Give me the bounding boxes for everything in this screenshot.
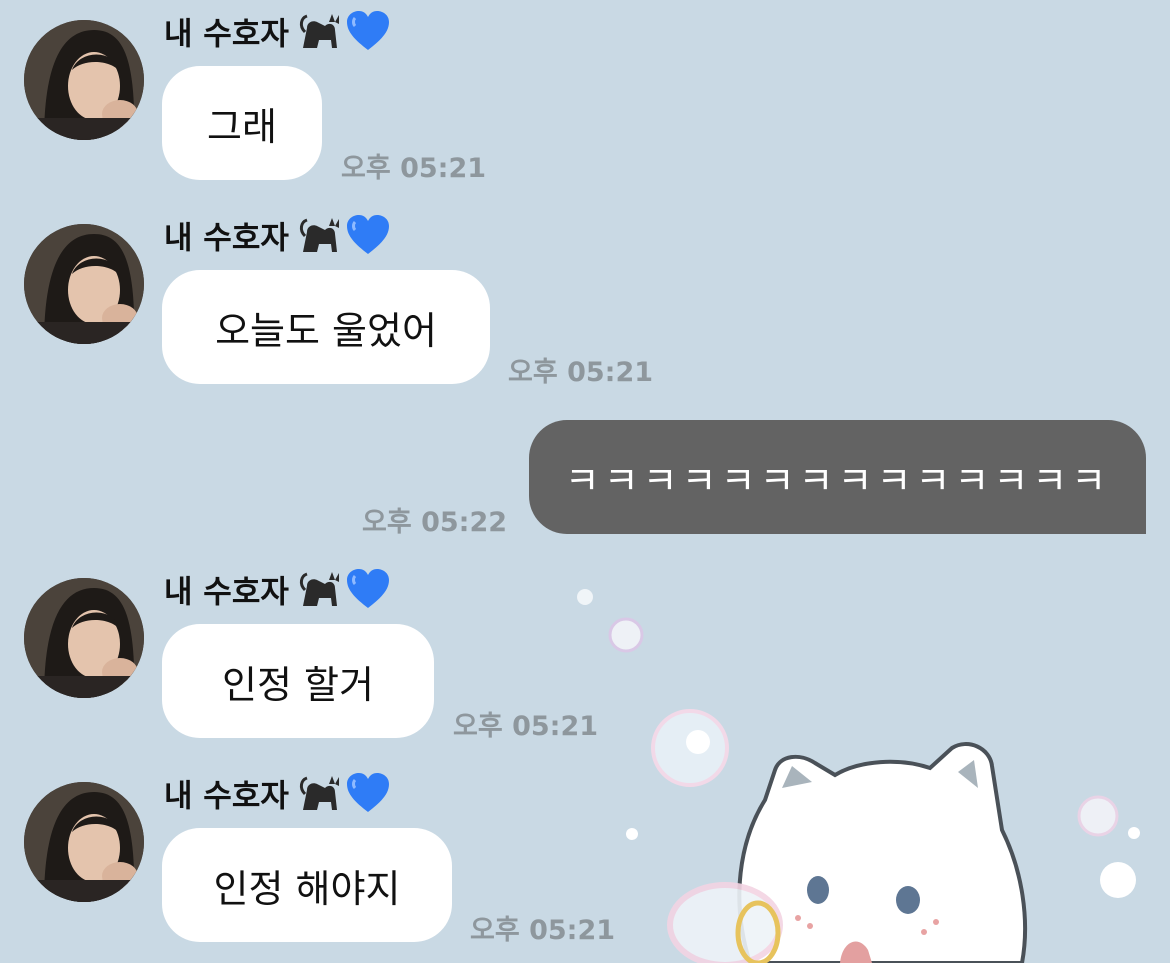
sender-name-text: 내 수호자 <box>164 778 289 815</box>
blue-heart-icon <box>345 568 391 620</box>
black-cat-icon <box>299 570 343 618</box>
black-cat-icon <box>299 216 343 264</box>
wallpaper-cat-illustration <box>577 589 1140 963</box>
message-bubble[interactable]: 그래 <box>162 66 322 180</box>
sender-name: 내 수호자 <box>164 772 391 815</box>
message-timestamp: 오후 05:21 <box>341 153 487 184</box>
sender-name-text: 내 수호자 <box>164 220 289 257</box>
sender-name: 내 수호자 <box>164 10 391 53</box>
message-timestamp: 오후 05:22 <box>362 507 508 538</box>
message-timestamp: 오후 05:21 <box>508 357 654 388</box>
sender-avatar[interactable] <box>24 578 144 698</box>
message-bubble[interactable]: 오늘도 울었어 <box>162 270 490 384</box>
message-text: 인정 해야지 <box>213 866 401 911</box>
blue-heart-icon <box>345 772 391 824</box>
sender-name: 내 수호자 <box>164 214 391 257</box>
black-cat-icon <box>299 12 343 60</box>
message-text: ㅋㅋㅋㅋㅋㅋㅋㅋㅋㅋㅋㅋㅋㅋ <box>564 458 1111 503</box>
message-timestamp: 오후 05:21 <box>453 711 599 742</box>
message-bubble[interactable]: 인정 할거 <box>162 624 434 738</box>
black-cat-icon <box>299 774 343 822</box>
sender-avatar[interactable] <box>24 20 144 140</box>
blue-heart-icon <box>345 10 391 62</box>
chat-window: 내 수호자 그래 오후 05:21 내 수호자 오늘도 울었어 오후 05:21… <box>0 0 1170 963</box>
message-text: 인정 할거 <box>222 662 374 707</box>
message-bubble-outgoing[interactable]: ㅋㅋㅋㅋㅋㅋㅋㅋㅋㅋㅋㅋㅋㅋ <box>529 420 1146 534</box>
sender-name-text: 내 수호자 <box>164 574 289 611</box>
sender-avatar[interactable] <box>24 224 144 344</box>
sender-name: 내 수호자 <box>164 568 391 611</box>
blue-heart-icon <box>345 214 391 266</box>
message-text: 그래 <box>207 104 277 149</box>
sender-name-text: 내 수호자 <box>164 16 289 53</box>
message-timestamp: 오후 05:21 <box>470 915 616 946</box>
sender-avatar[interactable] <box>24 782 144 902</box>
message-bubble[interactable]: 인정 해야지 <box>162 828 452 942</box>
message-text: 오늘도 울었어 <box>215 308 437 353</box>
